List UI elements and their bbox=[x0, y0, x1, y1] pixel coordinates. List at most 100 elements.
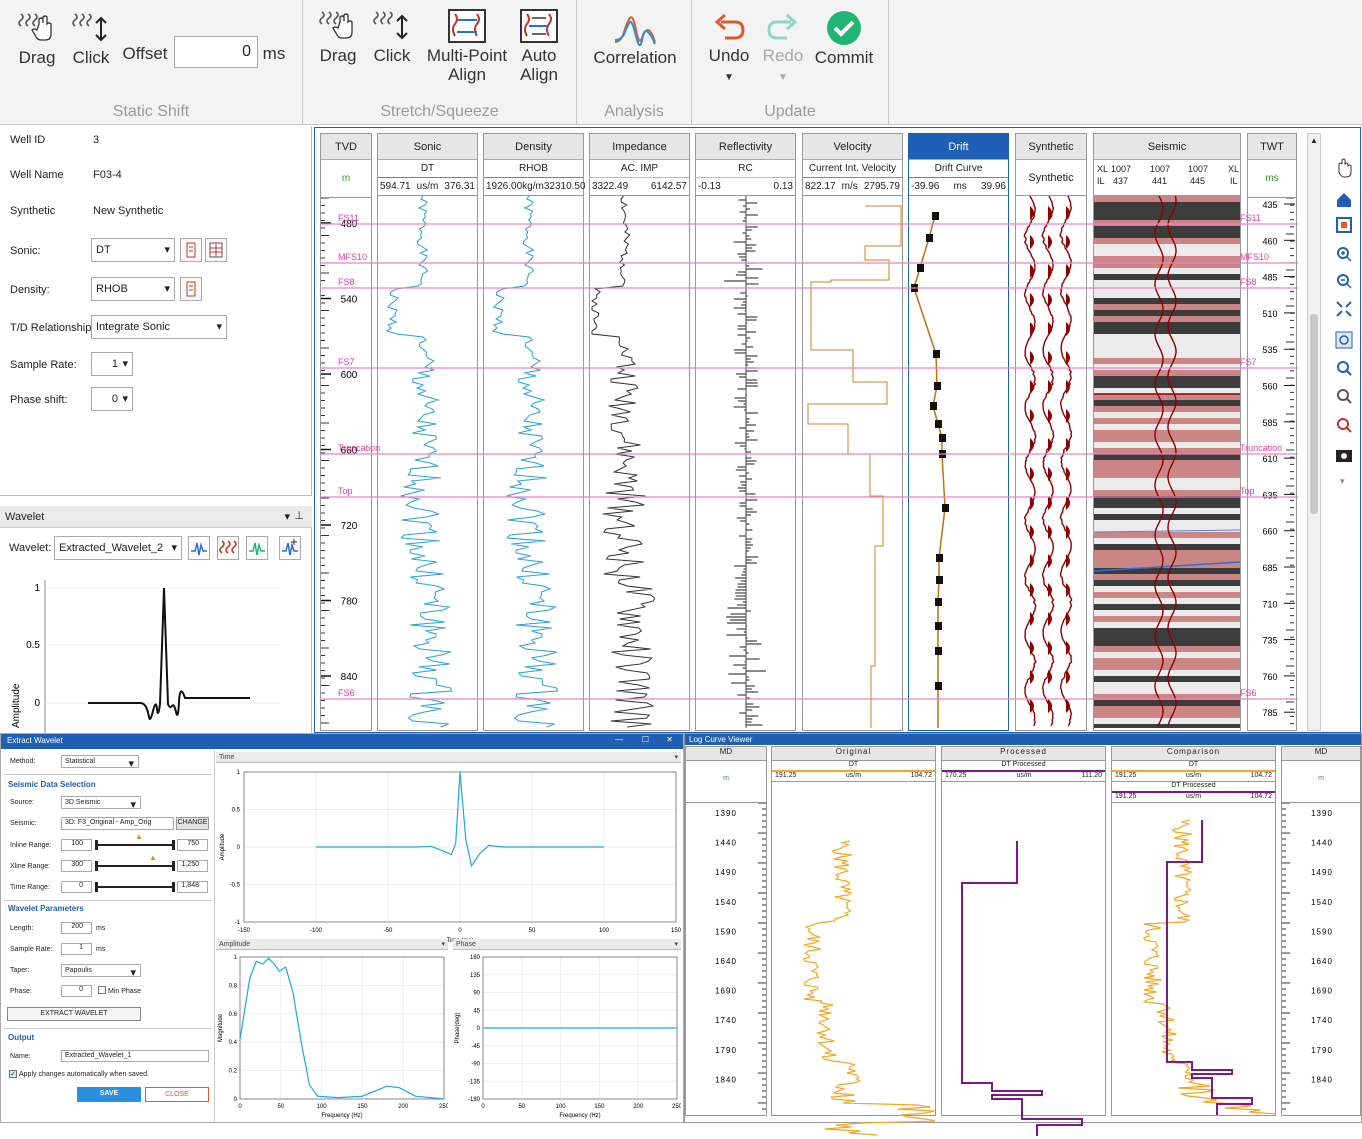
stretch-drag-button[interactable]: Drag bbox=[313, 8, 363, 65]
plot-menu-icon[interactable]: ▾ bbox=[441, 939, 445, 950]
stretch-click-button[interactable]: Click bbox=[367, 8, 417, 65]
zoom-region-icon[interactable] bbox=[1337, 361, 1352, 376]
md-tick-label: 1390 bbox=[715, 809, 737, 818]
amp-y-tick: 1 bbox=[234, 955, 238, 961]
maximize-icon[interactable]: ☐ bbox=[642, 735, 649, 744]
taper-select[interactable]: Papoulis bbox=[61, 964, 141, 978]
offset-input[interactable]: 0 bbox=[174, 36, 258, 68]
zoom-in-icon[interactable] bbox=[1337, 247, 1352, 262]
name-input[interactable]: Extracted_Wavelet_1 bbox=[61, 1050, 209, 1062]
time-max-handle[interactable] bbox=[172, 882, 175, 892]
inline-min-input[interactable]: 100 bbox=[61, 839, 92, 851]
comparison-curve-name-1: DT bbox=[1112, 761, 1275, 772]
wavelet-select[interactable]: Extracted_Wavelet_2 bbox=[54, 536, 182, 560]
scrollbar-thumb[interactable] bbox=[1310, 314, 1318, 514]
wavelet-panel-header: Wavelet ▾ ⊥ bbox=[0, 506, 312, 528]
magnify-icon[interactable] bbox=[1337, 389, 1352, 404]
time-min-input[interactable]: 0 bbox=[61, 881, 92, 893]
pan-hand-icon[interactable] bbox=[1338, 158, 1352, 178]
undo-button[interactable]: Undo ▼ bbox=[704, 12, 754, 87]
static-click-button[interactable]: Click bbox=[66, 10, 116, 67]
velocity-min: 822.17 bbox=[805, 181, 836, 192]
wavelet-view-button[interactable] bbox=[188, 536, 210, 560]
zoom-reset-icon[interactable] bbox=[1337, 418, 1352, 433]
min-phase-checkbox[interactable] bbox=[98, 986, 106, 994]
wavelet-phase-button[interactable] bbox=[246, 536, 268, 560]
wavelet-extract-button[interactable] bbox=[217, 536, 239, 560]
md-tick-label: 1690 bbox=[1311, 987, 1333, 996]
time-range-slider[interactable] bbox=[96, 886, 174, 888]
xline-range-slider[interactable] bbox=[96, 865, 174, 867]
xl-label: XL bbox=[1097, 164, 1109, 174]
length-input[interactable]: 200 bbox=[61, 922, 92, 934]
velocity-unit: m/s bbox=[841, 181, 858, 192]
wavelet-add-button[interactable] bbox=[279, 536, 301, 560]
commit-button[interactable]: Commit bbox=[810, 10, 878, 67]
xline-min-input[interactable]: 300 bbox=[61, 860, 92, 872]
plot-menu-icon[interactable]: ▾ bbox=[674, 752, 678, 763]
sample-rate-spinner[interactable]: 1 bbox=[91, 352, 133, 376]
density-select[interactable]: RHOB bbox=[91, 277, 175, 301]
source-select[interactable]: 3D Seismic bbox=[61, 796, 141, 810]
auto-align-label-1: Auto bbox=[521, 46, 557, 65]
amp-y-tick: 0.8 bbox=[229, 983, 238, 989]
undo-dropdown-icon[interactable]: ▼ bbox=[724, 72, 734, 83]
sonic-select[interactable]: DT bbox=[91, 238, 175, 262]
xline-min-handle[interactable] bbox=[95, 861, 98, 871]
phase-shift-spinner[interactable]: 0 bbox=[91, 387, 133, 411]
home-icon[interactable] bbox=[1337, 193, 1351, 207]
amp-x-tick: 200 bbox=[398, 1104, 409, 1110]
apply-changes-checkbox[interactable]: ✓ bbox=[9, 1070, 17, 1078]
plot-menu-icon[interactable]: ▾ bbox=[674, 939, 678, 950]
redo-icon bbox=[767, 13, 798, 40]
time-min-handle[interactable] bbox=[95, 882, 98, 892]
multi-point-align-button[interactable]: Multi-Point Align bbox=[421, 8, 513, 84]
minimize-icon[interactable]: — bbox=[615, 735, 623, 744]
inline-range-slider[interactable] bbox=[96, 844, 174, 846]
expand-icon[interactable] bbox=[1336, 301, 1352, 317]
xline-max-handle[interactable] bbox=[172, 861, 175, 871]
extract-wavelet-title: Extract Wavelet bbox=[7, 736, 63, 745]
scroll-up-icon[interactable]: ▲ bbox=[1310, 136, 1318, 145]
close-window-icon[interactable]: ✕ bbox=[666, 735, 673, 744]
wavelet-y-tick: 0.5 bbox=[26, 640, 40, 651]
method-select[interactable]: Statistical bbox=[61, 755, 139, 769]
change-button[interactable]: CHANGE bbox=[176, 817, 209, 830]
time-max-input[interactable]: 1,848 bbox=[177, 881, 208, 893]
auto-align-button[interactable]: Auto Align bbox=[513, 8, 565, 84]
td-select[interactable]: Integrate Sonic bbox=[91, 315, 227, 339]
camera-icon[interactable] bbox=[1336, 450, 1352, 462]
zoom-box-icon[interactable] bbox=[1335, 331, 1353, 349]
sonic-edit-button[interactable] bbox=[180, 238, 202, 262]
static-drag-button[interactable]: Drag bbox=[12, 10, 62, 67]
pin-icon[interactable]: ⊥ bbox=[294, 509, 304, 522]
extract-wavelet-button[interactable]: EXTRACT WAVELET bbox=[7, 1007, 141, 1021]
twt-track-title: TWT bbox=[1248, 134, 1296, 160]
toolbar-more-icon[interactable]: ▾ bbox=[1340, 476, 1345, 486]
well-name-value: F03-4 bbox=[93, 169, 122, 181]
panel-menu-icon[interactable]: ▾ bbox=[284, 510, 290, 523]
time-y-tick: -0.5 bbox=[230, 883, 241, 889]
xl-label-right: XL bbox=[1228, 164, 1240, 174]
comparison-unit-1: us/m bbox=[1185, 772, 1202, 779]
inline-max-handle[interactable] bbox=[172, 840, 175, 850]
time-x-tick: 150 bbox=[671, 928, 681, 934]
extract-wavelet-window: Extract Wavelet — ☐ ✕ Method: Statistica… bbox=[0, 733, 684, 1123]
redo-button[interactable]: Redo ▼ bbox=[758, 12, 808, 87]
md-tick-label: 1440 bbox=[715, 839, 737, 848]
zoom-fit-icon[interactable] bbox=[1336, 217, 1352, 233]
save-button[interactable]: SAVE bbox=[77, 1087, 141, 1102]
sonic-table-button[interactable] bbox=[205, 238, 227, 262]
vertical-scrollbar[interactable]: ▲ bbox=[1307, 133, 1321, 731]
sample-rate-input[interactable]: 1 bbox=[61, 943, 92, 955]
phase-input[interactable]: 0 bbox=[61, 985, 92, 997]
correlation-button[interactable]: Correlation bbox=[583, 14, 687, 67]
inline-min-handle[interactable] bbox=[95, 840, 98, 850]
multi-point-align-icon bbox=[448, 9, 486, 43]
inline-max-input[interactable]: 750 bbox=[177, 839, 208, 851]
xline-max-input[interactable]: 1,250 bbox=[177, 860, 208, 872]
close-button[interactable]: CLOSE bbox=[145, 1087, 209, 1102]
density-edit-button[interactable] bbox=[180, 277, 202, 301]
redo-dropdown-icon[interactable]: ▼ bbox=[778, 72, 788, 83]
zoom-out-icon[interactable] bbox=[1337, 274, 1352, 289]
